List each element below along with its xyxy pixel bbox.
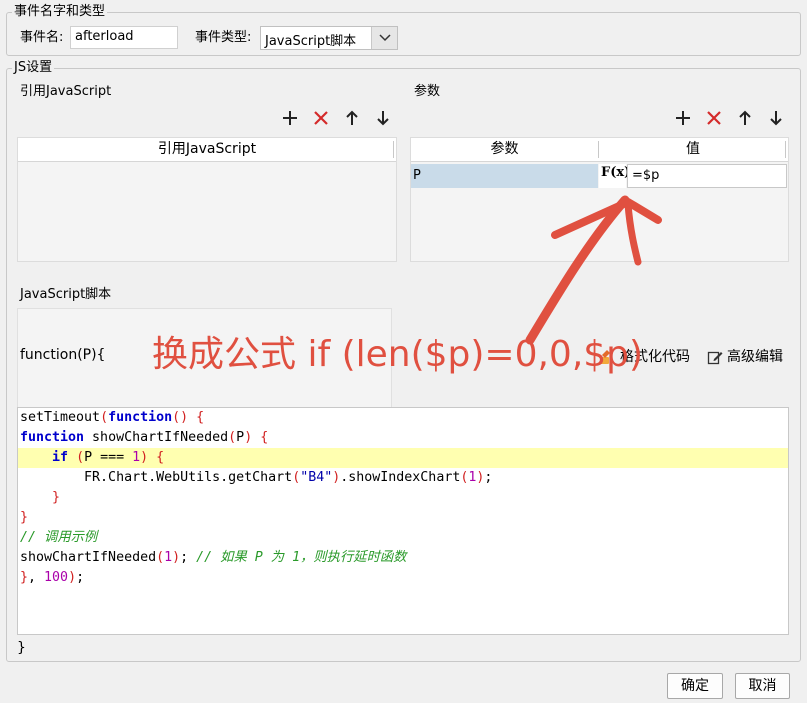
ok-button[interactable]: 确定 — [667, 673, 723, 699]
event-name-input[interactable]: afterload — [70, 26, 178, 49]
ref-js-table[interactable]: 引用JavaScript — [17, 137, 397, 262]
code-token: } — [20, 510, 29, 525]
event-type-label: 事件类型: — [195, 30, 252, 45]
value-column-header[interactable]: 值 — [598, 138, 788, 162]
event-type-select[interactable]: JavaScript脚本 — [260, 26, 398, 50]
code-token: // 调用示例 — [20, 530, 98, 545]
code-token: } — [52, 490, 61, 505]
param-name-text: P — [413, 168, 421, 183]
ref-delete-button[interactable] — [311, 108, 331, 128]
event-type-value: JavaScript脚本 — [265, 34, 357, 49]
ref-up-button[interactable] — [342, 108, 362, 128]
cancel-button[interactable]: 取消 — [735, 673, 790, 699]
code-line: setTimeout(function() { — [20, 408, 204, 428]
plus-icon — [283, 111, 297, 125]
delete-x-icon — [707, 111, 721, 125]
ref-js-column-header[interactable]: 引用JavaScript — [18, 138, 396, 162]
delete-x-icon — [314, 111, 328, 125]
annotation-text: 换成公式 if (len($p)=0,0,$p) — [152, 334, 644, 375]
closing-brace: } — [17, 640, 26, 656]
params-title: 参数 — [414, 84, 441, 99]
plus-icon — [676, 111, 690, 125]
ref-add-button[interactable] — [280, 108, 300, 128]
js-legend: JS设置 — [12, 60, 55, 75]
code-token: FR.Chart.WebUtils.getChart("B4").showInd… — [20, 470, 493, 485]
advanced-edit-label: 高级编辑 — [727, 349, 783, 365]
function-signature: function(P){ — [20, 347, 106, 363]
column-divider — [785, 141, 786, 158]
param-column-header[interactable]: 参数 — [411, 138, 598, 162]
code-token: if (P === 1) { — [52, 450, 165, 465]
arrow-down-icon — [770, 111, 782, 126]
column-divider — [393, 141, 394, 158]
param-up-button[interactable] — [735, 108, 755, 128]
arrow-down-icon — [377, 111, 389, 126]
event-legend: 事件名字和类型 — [12, 4, 108, 19]
param-down-button[interactable] — [766, 108, 786, 128]
code-token: setTimeout(function() { — [20, 410, 205, 425]
param-add-button[interactable] — [673, 108, 693, 128]
edit-icon — [707, 351, 723, 365]
event-name-label: 事件名: — [20, 30, 64, 45]
ref-down-button[interactable] — [373, 108, 393, 128]
formula-icon: F(x) — [601, 165, 631, 180]
code-token: showChartIfNeeded(1); // 如果 P 为 1，则执行延时函… — [20, 550, 407, 565]
arrow-up-icon — [346, 110, 358, 125]
script-title: JavaScript脚本 — [20, 287, 112, 302]
code-line: // 调用示例 — [20, 528, 97, 548]
arrow-up-icon — [739, 110, 751, 125]
dropdown-chevron-icon[interactable] — [371, 27, 397, 49]
column-divider — [598, 141, 599, 158]
annotation-arrow — [525, 195, 662, 345]
code-line: function showChartIfNeeded(P) { — [20, 428, 268, 448]
code-token: function showChartIfNeeded(P) { — [20, 430, 269, 445]
code-token: }, 100); — [20, 570, 85, 585]
code-line: } — [20, 508, 28, 528]
advanced-edit-button[interactable]: 高级编辑 — [707, 348, 783, 366]
code-line: FR.Chart.WebUtils.getChart("B4").showInd… — [20, 468, 492, 488]
ref-js-title: 引用JavaScript — [20, 84, 112, 99]
code-line-highlighted: if (P === 1) { — [18, 448, 788, 468]
code-line: showChartIfNeeded(1); // 如果 P 为 1，则执行延时函… — [20, 548, 406, 568]
code-line: } — [20, 488, 60, 508]
code-line: }, 100); — [20, 568, 84, 588]
param-delete-button[interactable] — [704, 108, 724, 128]
code-editor[interactable]: setTimeout(function() { function showCha… — [17, 407, 789, 635]
